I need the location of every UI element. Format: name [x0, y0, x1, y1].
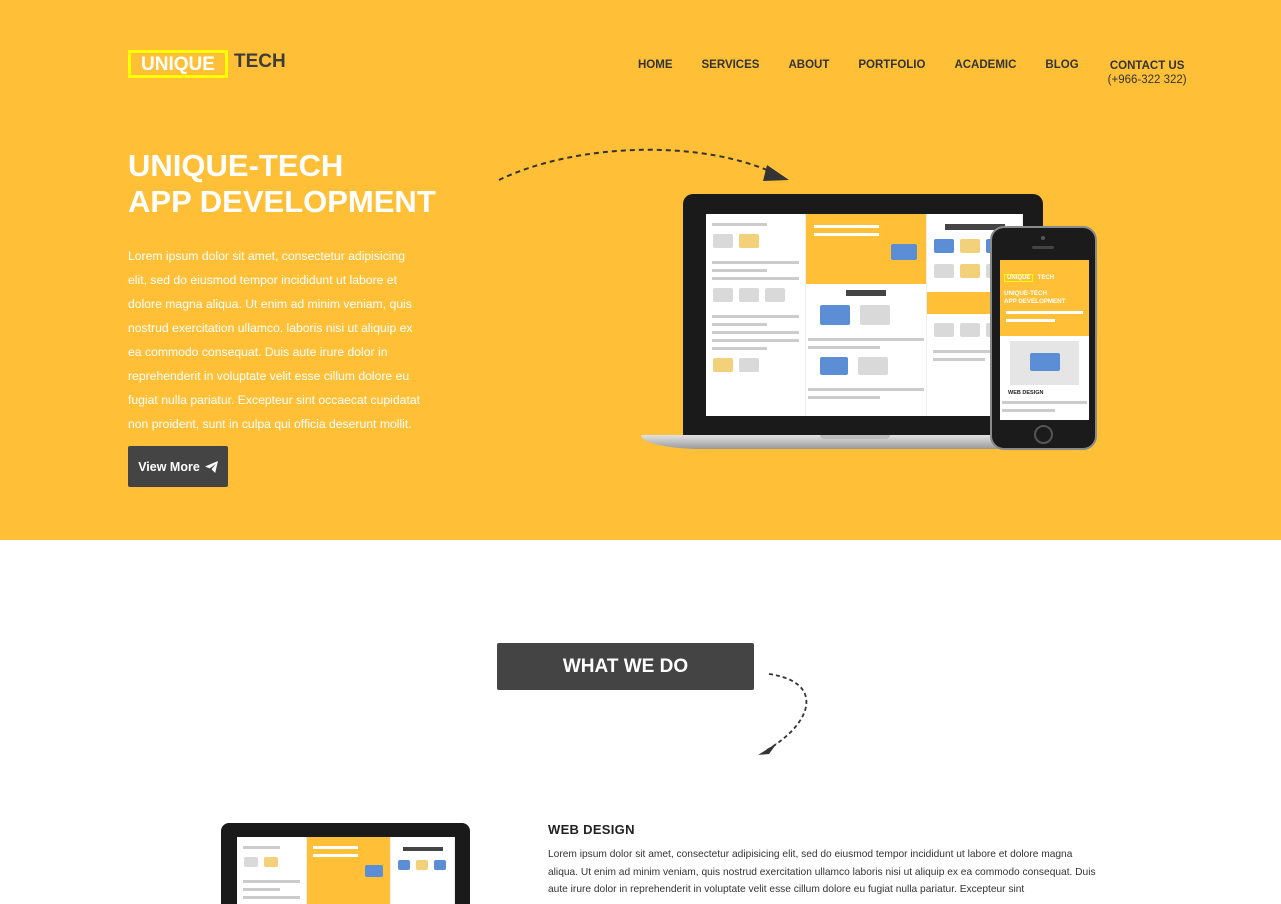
nav-item-services[interactable]: SERVICES — [702, 59, 760, 87]
web-design-description: Lorem ipsum dolor sit amet, consectetur … — [548, 849, 1096, 895]
hero-section: UNIQUE TECH HOME SERVICES ABOUT PORTFOLI… — [0, 0, 1281, 540]
web-design-laptop-screen — [237, 837, 455, 904]
hero-title-line2: APP DEVELOPMENT — [128, 184, 436, 219]
hero-title: UNIQUE-TECH APP DEVELOPMENT — [128, 148, 436, 220]
phone-logo: UNIQUE — [1004, 274, 1034, 282]
phone-mockup: UNIQUE TECH UNIQUE-TECH APP DEVELOPMENT … — [990, 226, 1097, 450]
phone-section-title: WEB DESIGN — [1008, 390, 1044, 396]
phone-screen: UNIQUE TECH UNIQUE-TECH APP DEVELOPMENT … — [1000, 260, 1089, 420]
hero-title-line1: UNIQUE-TECH — [128, 148, 344, 183]
dashed-arrow-icon — [498, 148, 789, 181]
laptop-notch — [820, 435, 890, 439]
contact-label: CONTACT US — [1109, 60, 1185, 72]
nav-item-portfolio[interactable]: PORTFOLIO — [858, 59, 925, 87]
phone-logo-text: TECH — [1037, 275, 1055, 281]
nav-item-academic[interactable]: ACADEMIC — [954, 59, 1016, 87]
phone-speaker — [1032, 246, 1054, 249]
web-design-title: WEB DESIGN — [548, 822, 635, 837]
paper-plane-icon — [204, 460, 218, 473]
logo-text: TECH — [234, 51, 286, 72]
web-design-laptop-image — [221, 823, 470, 904]
phone-camera — [1041, 236, 1045, 240]
view-more-label: View More — [138, 459, 200, 474]
hero-description: Lorem ipsum dolor sit amet, consectetur … — [128, 249, 420, 431]
nav-item-blog[interactable]: BLOG — [1045, 59, 1078, 87]
phone-home-button — [1034, 425, 1053, 444]
what-we-do-heading: WHAT WE DO — [497, 643, 754, 690]
phone-title-line1: UNIQUE-TECH — [1004, 290, 1047, 297]
nav-item-contact[interactable]: CONTACT US (+966-322 322) — [1108, 59, 1187, 87]
laptop-screen — [706, 214, 1023, 416]
nav-item-home[interactable]: HOME — [638, 59, 673, 87]
laptop-mockup — [683, 194, 1043, 436]
main-nav: HOME SERVICES ABOUT PORTFOLIO ACADEMIC B… — [638, 59, 1187, 87]
site-logo[interactable]: UNIQUE TECH — [128, 50, 286, 78]
nav-item-about[interactable]: ABOUT — [788, 59, 829, 87]
logo-box-text: UNIQUE — [128, 50, 228, 78]
contact-phone: (+966-322 322) — [1107, 74, 1187, 86]
dashed-arrow-down-icon — [758, 673, 808, 755]
phone-title-line2: APP DEVELOPMENT — [1004, 298, 1066, 305]
view-more-button[interactable]: View More — [128, 446, 228, 487]
